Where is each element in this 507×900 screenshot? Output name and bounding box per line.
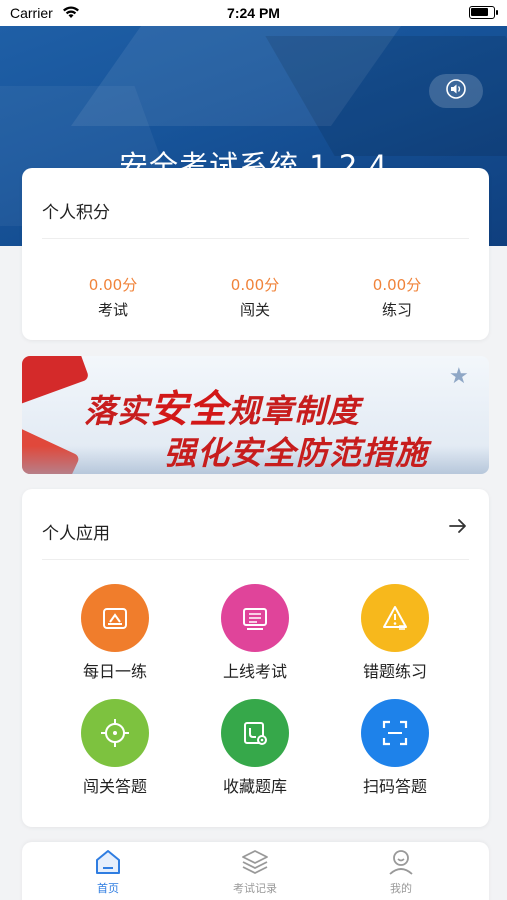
- app-challenge[interactable]: 闯关答题: [55, 699, 175, 797]
- favorites-icon: [221, 699, 289, 767]
- home-icon: [93, 850, 123, 880]
- score-practice[interactable]: 0.00分 练习: [327, 274, 467, 320]
- app-daily-practice[interactable]: 每日一练: [55, 584, 175, 682]
- app-label: 错题练习: [362, 662, 427, 681]
- wrong-questions-icon: [361, 584, 429, 652]
- tab-label: 考试记录: [233, 882, 277, 895]
- tab-home[interactable]: 首页: [58, 848, 158, 896]
- banner-text: 规章制度: [228, 392, 361, 430]
- tab-mine[interactable]: 我的: [351, 848, 451, 896]
- app-favorites[interactable]: 收藏题库: [195, 699, 315, 797]
- online-exam-icon: [221, 584, 289, 652]
- score-card-title: 个人积分: [42, 203, 110, 223]
- score-label: 闯关: [239, 301, 270, 319]
- score-challenge[interactable]: 0.00分 闯关: [185, 274, 325, 320]
- score-value: 0.00分: [88, 276, 138, 294]
- score-label: 考试: [97, 301, 128, 319]
- banner-text: 落实: [84, 392, 151, 430]
- arrow-right-icon[interactable]: [449, 518, 467, 538]
- app-label: 闯关答题: [82, 777, 147, 796]
- score-value: 0.00分: [372, 276, 422, 294]
- banner-highlight: 安全: [150, 387, 229, 431]
- bottom-tab-bar: 首页 考试记录 我的: [22, 842, 489, 900]
- app-scan[interactable]: 扫码答题: [335, 699, 455, 797]
- challenge-icon: [81, 699, 149, 767]
- divider: [42, 559, 469, 560]
- app-label: 收藏题库: [222, 777, 287, 796]
- daily-practice-icon: [81, 584, 149, 652]
- score-label: 练习: [381, 301, 412, 319]
- scan-icon: [361, 699, 429, 767]
- clock-time: 7:24 PM: [227, 5, 280, 21]
- banner-line2: 强化安全防范措施: [164, 434, 429, 472]
- apps-card-title: 个人应用: [42, 524, 110, 544]
- tab-label: 首页: [97, 882, 119, 895]
- app-label: 扫码答题: [362, 777, 427, 796]
- safety-slogan-banner[interactable]: ★ 落实安全规章制度 强化安全防范措施: [22, 356, 489, 474]
- battery-icon: [469, 6, 498, 19]
- app-label: 每日一练: [82, 662, 147, 681]
- tab-exam-records[interactable]: 考试记录: [205, 848, 305, 896]
- score-value: 0.00分: [230, 276, 280, 294]
- banner-line1: 落实安全规章制度: [84, 378, 360, 433]
- app-label: 上线考试: [222, 662, 287, 681]
- apps-card: 个人应用 每日一练 上线考试 错题练习 闯关答题 收藏题库 扫码答题: [22, 489, 489, 827]
- app-online-exam[interactable]: 上线考试: [195, 584, 315, 682]
- star-icon: ★: [449, 364, 469, 389]
- tab-label: 我的: [390, 882, 412, 895]
- score-exam[interactable]: 0.00分 考试: [43, 274, 183, 320]
- status-bar: Carrier 7:24 PM: [0, 0, 507, 26]
- score-card: 个人积分 0.00分 考试 0.00分 闯关 0.00分 练习: [22, 168, 489, 340]
- profile-icon: [386, 850, 416, 880]
- app-wrong-questions[interactable]: 错题练习: [335, 584, 455, 682]
- divider: [42, 238, 469, 239]
- layers-icon: [240, 850, 270, 880]
- sound-toggle-button[interactable]: [429, 74, 483, 108]
- speaker-icon: [445, 79, 467, 103]
